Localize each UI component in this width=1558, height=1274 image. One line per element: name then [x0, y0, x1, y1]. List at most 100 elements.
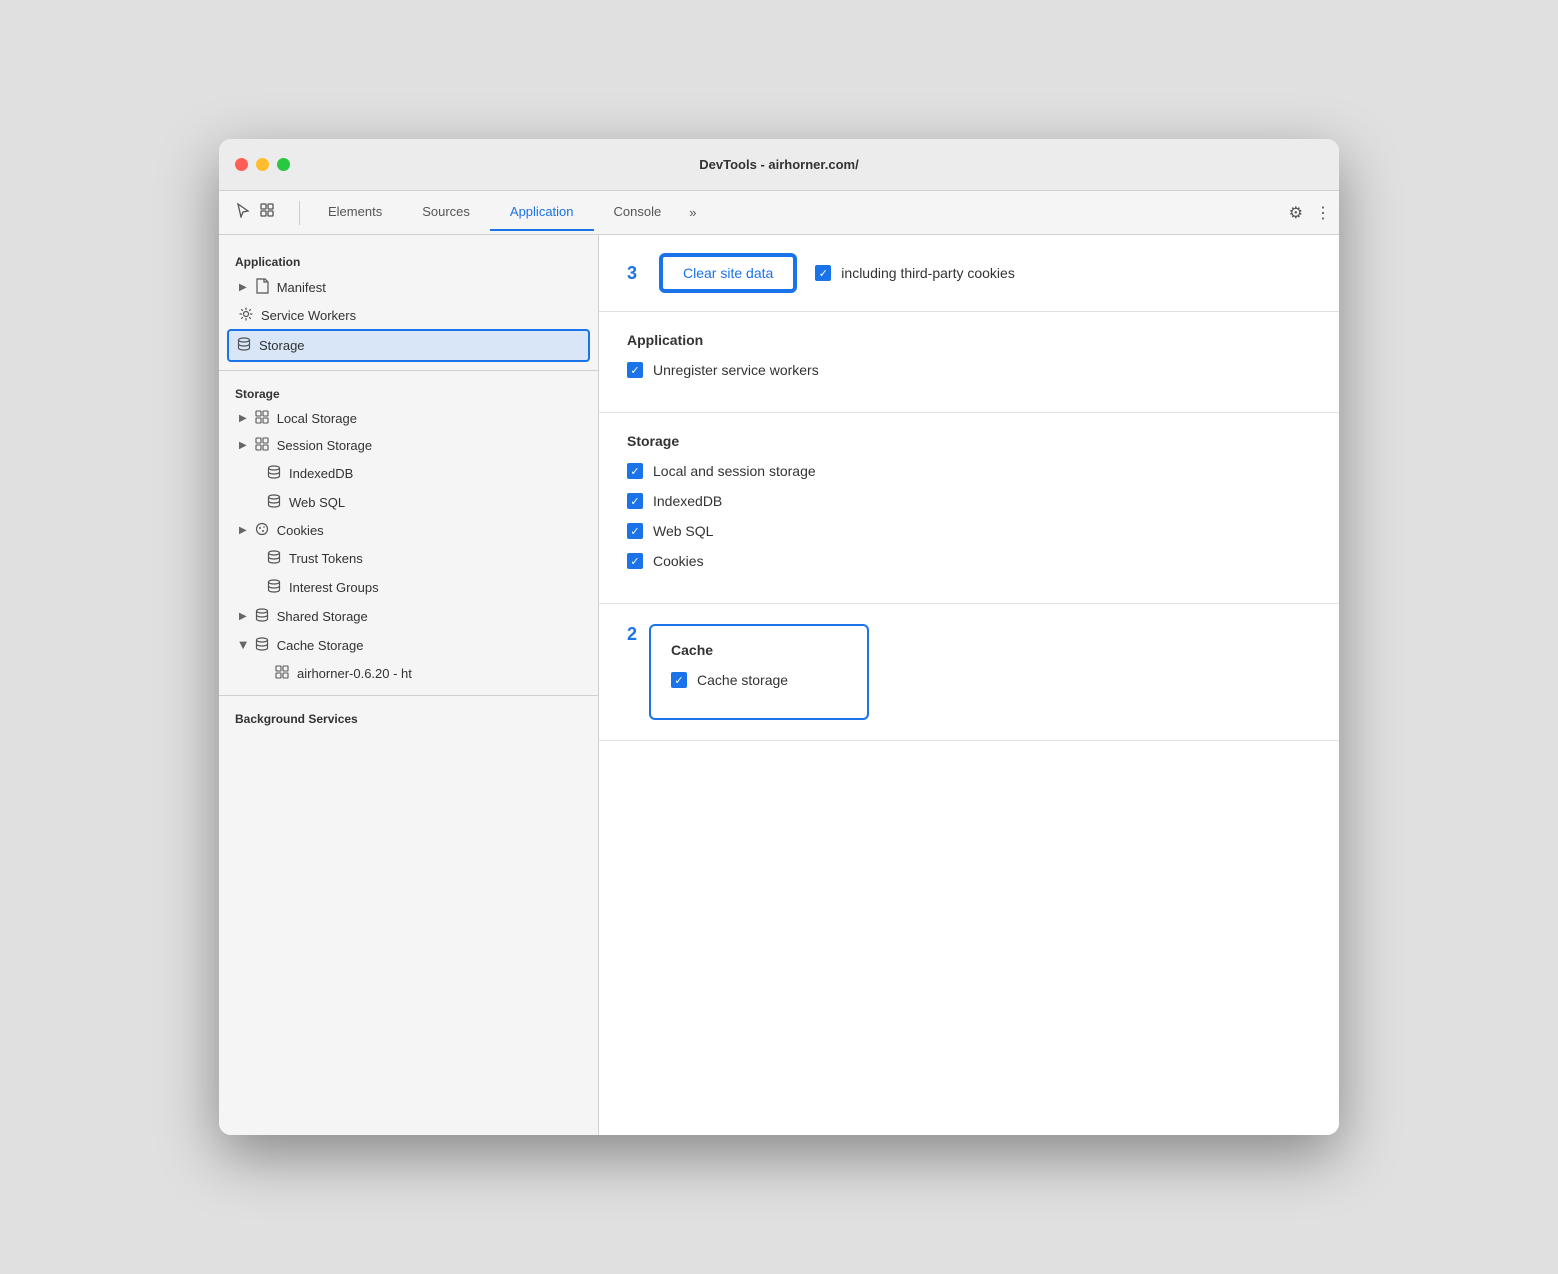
shared-storage-label: Shared Storage: [277, 609, 368, 624]
third-party-checkbox-row: ✓ including third-party cookies: [815, 265, 1015, 281]
cache-storage-icon: [255, 636, 269, 655]
third-party-label: including third-party cookies: [841, 265, 1015, 281]
manifest-file-icon: [255, 278, 269, 297]
tab-application[interactable]: Application: [490, 194, 594, 231]
cookies-row: ✓ Cookies: [627, 553, 1311, 569]
manifest-label: Manifest: [277, 280, 326, 295]
layers-icon[interactable]: [259, 202, 275, 223]
clear-site-row: 3 Clear site data ✓ including third-part…: [599, 235, 1339, 312]
sidebar-item-local-storage[interactable]: ▶ Local Storage: [219, 405, 598, 432]
cache-section-wrapper: 2 Cache ✓ Cache storage: [599, 604, 1339, 741]
tab-sources[interactable]: Sources: [402, 194, 490, 231]
tabbar: Elements Sources Application Console » ⚙…: [219, 191, 1339, 235]
label-2-row: 2 Cache ✓ Cache storage: [627, 624, 1311, 720]
sidebar-item-manifest[interactable]: ▶ Manifest: [219, 273, 598, 302]
app-section-label: Application: [219, 247, 598, 273]
window-title: DevTools - airhorner.com/: [699, 157, 858, 172]
application-section: Application ✓ Unregister service workers: [599, 312, 1339, 413]
storage-section-label: Storage: [219, 379, 598, 405]
tab-more[interactable]: »: [681, 195, 704, 230]
sidebar-item-storage[interactable]: Storage: [227, 329, 590, 362]
session-storage-grid-icon: [255, 437, 269, 454]
cache-child-grid-icon: [275, 665, 289, 682]
maximize-button[interactable]: [277, 158, 290, 171]
sidebar-item-indexeddb[interactable]: IndexedDB: [219, 459, 598, 488]
application-section-title: Application: [627, 332, 1311, 348]
indexeddb-content-label: IndexedDB: [653, 493, 722, 509]
local-storage-grid-icon: [255, 410, 269, 427]
sidebar-item-session-storage[interactable]: ▶ Session Storage: [219, 432, 598, 459]
tabbar-icons: [227, 202, 283, 223]
cache-storage-content-label: Cache storage: [697, 672, 788, 688]
label-2: 2: [627, 624, 637, 645]
shared-storage-arrow-icon: ▶: [239, 611, 247, 622]
storage-label: Storage: [259, 338, 305, 353]
clear-site-data-button[interactable]: Clear site data: [661, 255, 795, 291]
tab-divider: [299, 201, 300, 225]
cache-storage-checkbox[interactable]: ✓: [671, 672, 687, 688]
sidebar-item-cookies[interactable]: ▶ Cookies: [219, 517, 598, 544]
sidebar-item-cache-storage[interactable]: ▶ Cache Storage: [219, 631, 598, 660]
cursor-icon[interactable]: [235, 202, 251, 223]
cookies-checkbox[interactable]: ✓: [627, 553, 643, 569]
interest-groups-icon: [267, 578, 281, 597]
cookies-label: Cookies: [277, 523, 324, 538]
unregister-sw-row: ✓ Unregister service workers: [627, 362, 1311, 378]
cache-storage-arrow-icon: ▶: [237, 642, 248, 650]
devtools-window: DevTools - airhorner.com/ Elements Sourc…: [219, 139, 1339, 1135]
local-storage-arrow-icon: ▶: [239, 413, 247, 424]
web-sql-checkbox[interactable]: ✓: [627, 523, 643, 539]
settings-icon[interactable]: ⚙: [1289, 203, 1303, 223]
websql-icon: [267, 493, 281, 512]
storage-section: Storage ✓ Local and session storage ✓ In…: [599, 413, 1339, 604]
tab-elements[interactable]: Elements: [308, 194, 402, 231]
third-party-checkbox[interactable]: ✓: [815, 265, 831, 281]
indexeddb-row: ✓ IndexedDB: [627, 493, 1311, 509]
sidebar-item-trust-tokens[interactable]: Trust Tokens: [219, 544, 598, 573]
more-icon[interactable]: ⋮: [1315, 203, 1331, 223]
cache-child-label: airhorner-0.6.20 - ht: [297, 666, 412, 681]
trust-tokens-label: Trust Tokens: [289, 551, 363, 566]
label-3: 3: [627, 263, 637, 284]
cookies-arrow-icon: ▶: [239, 525, 247, 536]
indexeddb-icon: [267, 464, 281, 483]
indexeddb-label: IndexedDB: [289, 466, 353, 481]
local-session-checkbox[interactable]: ✓: [627, 463, 643, 479]
web-sql-label: Web SQL: [289, 495, 345, 510]
interest-groups-label: Interest Groups: [289, 580, 379, 595]
storage-db-icon: [237, 336, 251, 355]
background-services-label: Background Services: [219, 704, 598, 730]
service-workers-label: Service Workers: [261, 308, 356, 323]
sidebar-item-cache-child[interactable]: airhorner-0.6.20 - ht: [219, 660, 598, 687]
cache-storage-label: Cache Storage: [277, 638, 364, 653]
unregister-sw-label: Unregister service workers: [653, 362, 819, 378]
minimize-button[interactable]: [256, 158, 269, 171]
session-storage-arrow-icon: ▶: [239, 440, 247, 451]
unregister-sw-checkbox[interactable]: ✓: [627, 362, 643, 378]
web-sql-row: ✓ Web SQL: [627, 523, 1311, 539]
close-button[interactable]: [235, 158, 248, 171]
titlebar: DevTools - airhorner.com/: [219, 139, 1339, 191]
cookies-content-label: Cookies: [653, 553, 704, 569]
main-area: Application ▶ Manifest: [219, 235, 1339, 1135]
local-storage-label: Local Storage: [277, 411, 357, 426]
sidebar-divider-1: [219, 370, 598, 371]
sidebar-item-service-workers[interactable]: Service Workers: [219, 302, 598, 329]
cache-box: Cache ✓ Cache storage: [649, 624, 869, 720]
indexeddb-checkbox[interactable]: ✓: [627, 493, 643, 509]
gear-icon: [239, 307, 253, 324]
local-session-label: Local and session storage: [653, 463, 816, 479]
web-sql-content-label: Web SQL: [653, 523, 713, 539]
sidebar-item-web-sql[interactable]: Web SQL: [219, 488, 598, 517]
local-session-row: ✓ Local and session storage: [627, 463, 1311, 479]
manifest-arrow-icon: ▶: [239, 282, 247, 293]
sidebar-item-shared-storage[interactable]: ▶ Shared Storage: [219, 602, 598, 631]
cache-storage-row: ✓ Cache storage: [671, 672, 847, 688]
storage-section-title: Storage: [627, 433, 1311, 449]
sidebar: Application ▶ Manifest: [219, 235, 599, 1135]
content-area: 3 Clear site data ✓ including third-part…: [599, 235, 1339, 1135]
sidebar-item-interest-groups[interactable]: Interest Groups: [219, 573, 598, 602]
tab-console[interactable]: Console: [594, 194, 682, 231]
titlebar-buttons: [235, 158, 290, 171]
session-storage-label: Session Storage: [277, 438, 372, 453]
